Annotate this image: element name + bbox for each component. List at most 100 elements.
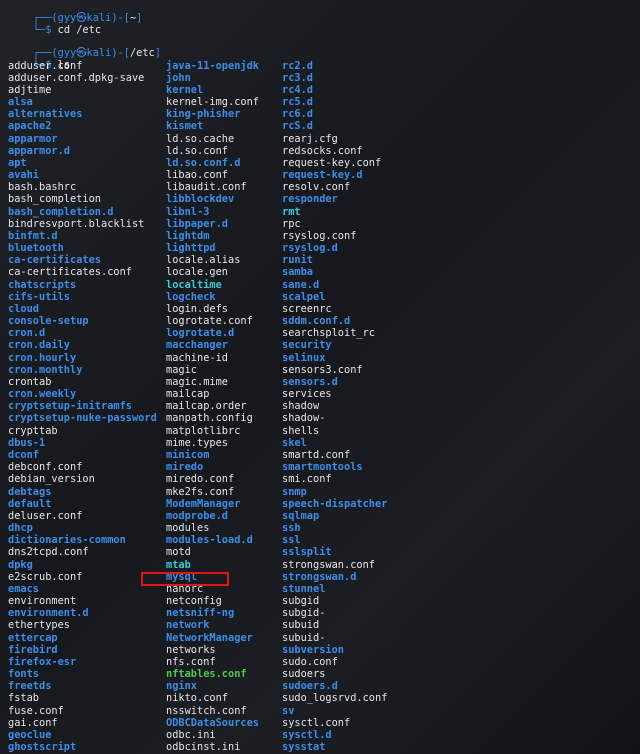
ls-entry-file: rsyslog.conf: [282, 229, 357, 242]
ls-entry-file: adduser.conf.dpkg-save: [8, 71, 145, 84]
ls-entry-file: nikto.conf: [166, 692, 228, 705]
ls-entry-file: fstab: [8, 692, 39, 705]
ls-entry-file: shadow-: [282, 412, 326, 425]
ls-entry-file: motd: [166, 546, 191, 559]
ls-entry-directory: sqlmap: [282, 509, 320, 522]
ls-entry-file: matplotlibrc: [166, 424, 241, 437]
ls-entry-file: odbcinst.ini: [166, 741, 241, 754]
ls-entry-directory: rc5.d: [282, 96, 313, 109]
ls-entry-directory: ModemManager: [166, 497, 241, 510]
ls-entry-file: adduser.conf: [8, 59, 83, 72]
ls-entry-file: rmt: [282, 205, 301, 218]
ls-entry-file: subuid: [282, 619, 320, 632]
ls-entry-directory: sudoers.d: [282, 680, 338, 693]
ls-entry-directory: environment.d: [8, 607, 89, 620]
ls-entry-file: ca-certificates.conf: [8, 266, 132, 279]
ls-entry-directory: default: [8, 497, 52, 510]
ls-entry-directory: cryptsetup-nuke-password: [8, 412, 157, 425]
ls-entry-file: ethertypes: [8, 619, 70, 632]
ls-entry-directory: freetds: [8, 680, 52, 693]
ls-entry-file: localtime: [166, 278, 222, 291]
ls-entry-file: fuse.conf: [8, 704, 64, 717]
ls-entry-directory: stunnel: [282, 582, 326, 595]
ls-entry-file: rearj.cfg: [282, 132, 338, 145]
ls-entry-file: dns2tcpd.conf: [8, 546, 89, 559]
ls-entry-file: libaudit.conf: [166, 181, 247, 194]
ls-entry-file: logrotate.conf: [166, 315, 253, 328]
ls-entry-file: ld.so.conf: [166, 144, 228, 157]
ls-entry-directory: apt: [8, 156, 27, 169]
ls-entry-file: adjtime: [8, 83, 52, 96]
ls-entry-directory: sddm.conf.d: [282, 315, 351, 328]
ls-entry-directory: speech-dispatcher: [282, 497, 388, 510]
ls-entry-file: mailcap.order: [166, 400, 247, 413]
ls-entry-file: manpath.config: [166, 412, 253, 425]
ls-entry-directory: libblockdev: [166, 193, 235, 206]
ls-entry-file: debian_version: [8, 473, 95, 486]
ls-entry-file: ld.so.cache: [166, 132, 235, 145]
ls-entry-directory: rc6.d: [282, 108, 313, 121]
ls-entry-directory: cryptsetup-initramfs: [8, 400, 132, 413]
ls-entry-directory: avahi: [8, 169, 39, 182]
ls-entry-directory: alternatives: [8, 108, 83, 121]
ls-entry-directory: selinux: [282, 351, 326, 364]
ls-entry-directory: fonts: [8, 668, 39, 681]
ls-entry-directory: bash_completion.d: [8, 205, 114, 218]
ls-entry-file: redsocks.conf: [282, 144, 363, 157]
ls-entry-directory: libnl-3: [166, 205, 210, 218]
ls-entry-directory: ssh: [282, 522, 301, 535]
ls-entry-file: sudo.conf: [282, 655, 338, 668]
ls-entry-directory: chatscripts: [8, 278, 77, 291]
ls-entry-directory: kismet: [166, 120, 204, 133]
ls-column-1: adduser.conf adduser.conf.dpkg-save adjtim…: [8, 60, 157, 754]
ls-entry-file: smartd.conf: [282, 449, 351, 461]
ls-entry-file: e2scrub.conf: [8, 570, 83, 583]
ls-entry-directory: rc2.d: [282, 59, 313, 72]
ls-entry-directory: cron.d: [8, 327, 46, 340]
terminal-window[interactable]: ┌──(gyy㉿kali)-[~] └─$ cd /etc ┌──(gyy㉿ka…: [0, 0, 640, 754]
ls-entry-file: strongswan.conf: [282, 558, 375, 571]
ls-entry-directory: console-setup: [8, 315, 89, 328]
ls-entry-directory: minicom: [166, 449, 210, 461]
prompt-mid: )-[: [111, 47, 130, 59]
ls-entry-directory: ODBCDataSources: [166, 716, 259, 729]
ls-entry-directory: dhcp: [8, 522, 33, 535]
ls-entry-directory: dpkg: [8, 558, 33, 571]
ls-entry-file: smi.conf: [282, 473, 332, 486]
ls-entry-file: modules: [166, 522, 210, 535]
ls-entry-directory: logcheck: [166, 290, 216, 303]
prompt-close: ]: [136, 12, 143, 24]
ls-entry-file: subuid-: [282, 631, 326, 644]
ls-entry-directory: smartmontools: [282, 461, 363, 474]
ls-entry-file: magic: [166, 363, 197, 376]
ls-entry-file: odbc.ini: [166, 728, 216, 741]
ls-entry-file: resolv.conf: [282, 181, 351, 194]
ls-entry-directory: libpaper.d: [166, 217, 228, 230]
ls-entry-directory: runit: [282, 254, 313, 267]
ls-entry-file: networks: [166, 643, 216, 656]
ls-entry-directory: firebird: [8, 643, 58, 656]
ls-entry-directory: sane.d: [282, 278, 320, 291]
ls-entry-file: mtab: [166, 558, 191, 571]
ls-entry-file: nfs.conf: [166, 655, 216, 668]
ls-entry-file: login.defs: [166, 302, 228, 315]
ls-entry-file: sudo_logsrvd.conf: [282, 692, 388, 705]
ls-entry-directory: security: [282, 339, 332, 352]
ls-entry-directory: rcS.d: [282, 120, 313, 133]
ls-entry-directory: cron.monthly: [8, 363, 83, 376]
ls-entry-directory: binfmt.d: [8, 229, 58, 242]
ls-entry-directory: apparmor: [8, 132, 58, 145]
ls-entry-directory: sv: [282, 704, 295, 717]
ls-entry-file: miredo.conf: [166, 473, 235, 486]
ls-entry-file: machine-id: [166, 351, 228, 364]
ls-entry-file: bash_completion: [8, 193, 101, 206]
prompt-host: kali: [86, 47, 112, 59]
ls-entry-directory: NetworkManager: [166, 631, 253, 644]
prompt-path: /etc: [129, 47, 155, 59]
ls-entry-file: nftables.conf: [166, 668, 247, 681]
ls-entry-directory: network: [166, 619, 210, 632]
ls-entry-directory: rc4.d: [282, 83, 313, 96]
ls-entry-directory: responder: [282, 193, 338, 206]
ls-entry-directory: macchanger: [166, 339, 228, 352]
ls-entry-directory: modprobe.d: [166, 509, 228, 522]
